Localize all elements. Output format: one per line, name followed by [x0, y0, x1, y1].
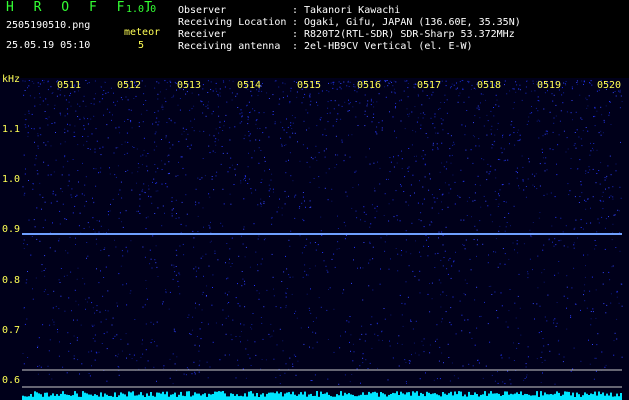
antenna-value: 2el-HB9CV Vertical (el. E-W): [304, 41, 473, 52]
y-tick: 1.1: [2, 124, 21, 135]
colon: :: [292, 5, 299, 16]
y-tick: 0.6: [2, 375, 21, 386]
colon: :: [292, 41, 299, 52]
x-tick: 0513: [177, 80, 202, 91]
x-tick: 0511: [57, 80, 82, 91]
x-tick: 0518: [477, 80, 502, 91]
app-version: 1.0.0: [126, 4, 157, 15]
y-tick: 0.9: [2, 224, 21, 235]
x-tick: 0512: [117, 80, 142, 91]
meteor-label: meteor: [124, 27, 161, 38]
receiver-value: R820T2(RTL-SDR) SDR-Sharp 53.372MHz: [304, 29, 515, 40]
antenna-label: Receiving antenna: [178, 41, 281, 52]
y-tick: 0.7: [2, 325, 21, 336]
observer-label: Observer: [178, 5, 227, 16]
colon: :: [292, 29, 299, 40]
x-tick: 0520: [597, 80, 622, 91]
spectrogram-background: [0, 78, 629, 400]
location-value: Ogaki, Gifu, JAPAN (136.60E, 35.35N): [304, 17, 521, 28]
x-tick: 0516: [357, 80, 382, 91]
colon: :: [292, 17, 299, 28]
x-tick: 0519: [537, 80, 562, 91]
header-panel: H R O F F T 1.0.0 2505190510.png meteor …: [0, 0, 629, 78]
file-datetime: 25.05.19 05:10: [6, 40, 91, 51]
receiver-label: Receiver: [178, 29, 227, 40]
carrier-line: [22, 233, 622, 235]
spectrogram: [0, 78, 629, 400]
y-axis-unit: kHz: [2, 74, 21, 85]
file-name: 2505190510.png: [6, 20, 91, 31]
x-tick: 0515: [297, 80, 322, 91]
x-tick: 0517: [417, 80, 442, 91]
meteor-count: 5: [138, 40, 145, 51]
x-tick: 0514: [237, 80, 262, 91]
y-tick: 1.0: [2, 174, 21, 185]
observer-value: Takanori Kawachi: [304, 5, 401, 16]
location-label: Receiving Location: [178, 17, 287, 28]
y-tick: 0.8: [2, 275, 21, 286]
